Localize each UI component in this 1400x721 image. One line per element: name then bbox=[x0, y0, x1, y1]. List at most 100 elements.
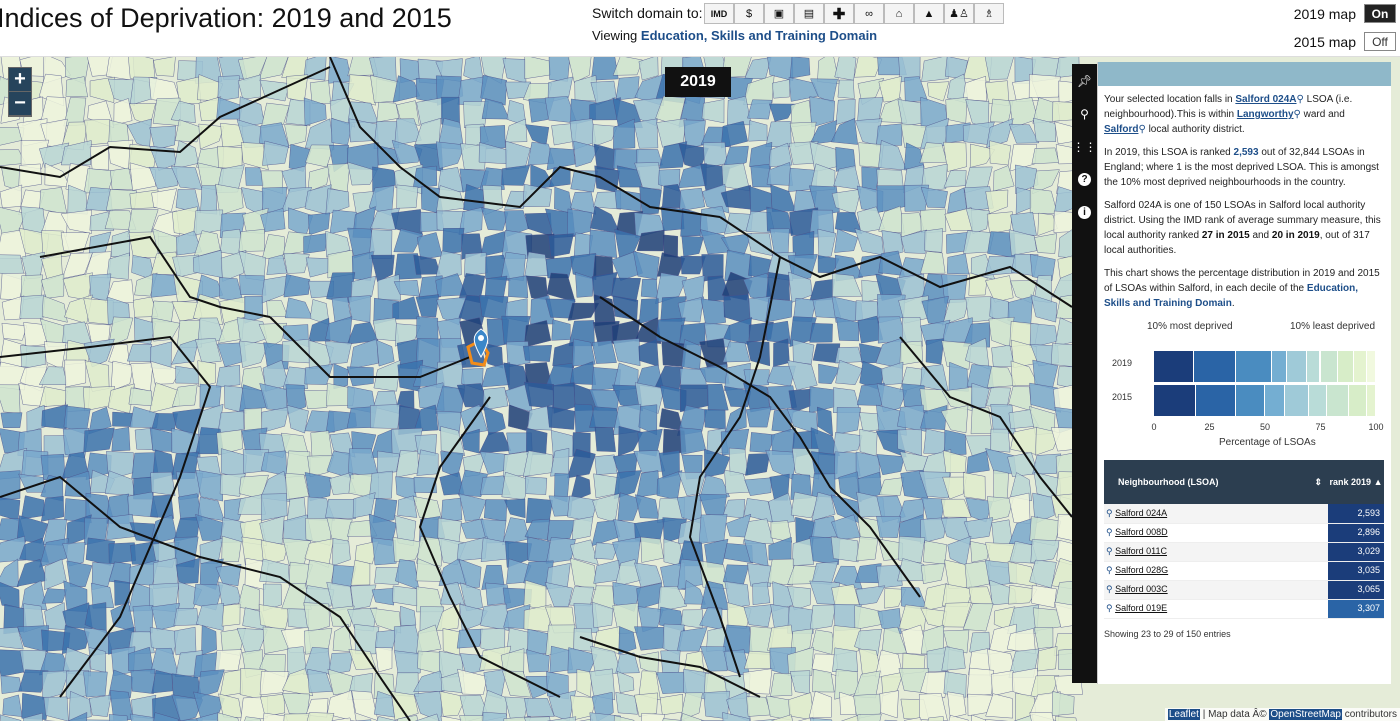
lsoa-polygon[interactable] bbox=[591, 340, 617, 364]
lsoa-polygon[interactable] bbox=[859, 428, 878, 457]
sidebar-tab-info[interactable]: i bbox=[1072, 196, 1097, 229]
lsoa-polygon[interactable] bbox=[985, 387, 1011, 408]
lsoa-polygon[interactable] bbox=[175, 365, 201, 384]
domain-employment-button[interactable]: ▣ bbox=[764, 3, 794, 24]
lsoa-polygon[interactable] bbox=[239, 274, 267, 296]
lsoa-polygon[interactable] bbox=[352, 492, 376, 519]
domain-crime-button[interactable]: ∞ bbox=[854, 3, 884, 24]
lsoa-polygon[interactable] bbox=[44, 341, 67, 370]
lsoa-polygon[interactable] bbox=[150, 471, 176, 496]
lsoa-polygon[interactable] bbox=[1015, 187, 1032, 215]
lsoa-polygon[interactable] bbox=[482, 387, 509, 411]
lsoa-polygon[interactable] bbox=[526, 536, 551, 563]
lsoa-polygon[interactable] bbox=[83, 427, 115, 453]
lsoa-polygon[interactable] bbox=[551, 319, 571, 341]
lsoa-polygon[interactable] bbox=[440, 426, 466, 456]
domain-health-button[interactable]: ✚ bbox=[824, 3, 854, 24]
lsoa-polygon[interactable] bbox=[243, 407, 263, 433]
lsoa-polygon[interactable] bbox=[923, 428, 947, 455]
lsoa-name-link[interactable]: Salford 003C bbox=[1115, 584, 1168, 594]
lsoa-polygon[interactable] bbox=[752, 581, 771, 605]
map-2019-toggle[interactable]: On bbox=[1364, 4, 1396, 23]
lsoa-polygon[interactable] bbox=[372, 537, 397, 566]
lsoa-polygon[interactable] bbox=[641, 713, 665, 721]
lsoa-polygon[interactable] bbox=[876, 123, 903, 147]
map-2015-toggle[interactable]: Off bbox=[1364, 32, 1396, 51]
lsoa-polygon[interactable] bbox=[128, 387, 153, 407]
lsoa-polygon[interactable] bbox=[195, 469, 223, 502]
domain-education-button[interactable]: ▤ bbox=[794, 3, 824, 24]
lsoa-polygon[interactable] bbox=[200, 185, 218, 215]
lsoa-polygon[interactable] bbox=[878, 140, 907, 171]
magnifier-icon[interactable]: ⚲ bbox=[1106, 565, 1115, 575]
lsoa-polygon[interactable] bbox=[772, 78, 791, 99]
lsoa-polygon[interactable] bbox=[633, 251, 660, 280]
lsoa-polygon[interactable] bbox=[524, 716, 553, 721]
lsoa-polygon[interactable] bbox=[0, 184, 23, 209]
osm-link[interactable]: OpenStreetMap bbox=[1269, 709, 1342, 720]
magnifier-icon[interactable]: ⚲ bbox=[1106, 546, 1115, 556]
lsoa-polygon[interactable] bbox=[991, 519, 1013, 546]
lsoa-polygon[interactable] bbox=[40, 496, 64, 522]
lsoa-polygon[interactable] bbox=[985, 189, 1009, 214]
lsoa-polygon[interactable] bbox=[221, 603, 241, 627]
lsoa-name-cell[interactable]: ⚲ Salford 008D bbox=[1104, 523, 1328, 543]
zoom-out-button[interactable]: − bbox=[9, 92, 31, 116]
lsoa-polygon[interactable] bbox=[375, 647, 393, 673]
lsoa-polygon[interactable] bbox=[134, 427, 153, 450]
lsoa-polygon[interactable] bbox=[266, 300, 288, 318]
lsoa-polygon[interactable] bbox=[704, 409, 726, 430]
lsoa-polygon[interactable] bbox=[303, 233, 329, 254]
lsoa-polygon[interactable] bbox=[88, 694, 112, 717]
lsoa-polygon[interactable] bbox=[1055, 716, 1078, 721]
lsoa-polygon[interactable] bbox=[309, 80, 331, 104]
lsoa-polygon[interactable] bbox=[351, 251, 374, 281]
lsoa-polygon[interactable] bbox=[173, 608, 199, 626]
lsoa-polygon[interactable] bbox=[809, 323, 833, 343]
lsoa-polygon[interactable] bbox=[0, 649, 24, 677]
lsoa-polygon[interactable] bbox=[374, 567, 399, 585]
lsoa-polygon[interactable] bbox=[194, 338, 222, 364]
lsoa-polygon[interactable] bbox=[876, 185, 906, 213]
lsoa-polygon[interactable] bbox=[325, 499, 357, 519]
lsoa-polygon[interactable] bbox=[174, 119, 203, 143]
lsoa-polygon[interactable] bbox=[1029, 188, 1058, 214]
lsoa-polygon[interactable] bbox=[64, 359, 87, 388]
lsoa-polygon[interactable] bbox=[924, 228, 943, 253]
lsoa-polygon[interactable] bbox=[853, 670, 881, 699]
lsoa-polygon[interactable] bbox=[876, 454, 905, 476]
lsoa-polygon[interactable] bbox=[635, 494, 660, 519]
lsoa-polygon[interactable] bbox=[656, 671, 687, 694]
lsoa-polygon[interactable] bbox=[656, 470, 683, 501]
lsoa-polygon[interactable] bbox=[698, 514, 728, 544]
lsoa-polygon[interactable] bbox=[835, 359, 863, 385]
domain-housing-button[interactable]: ⌂ bbox=[884, 3, 914, 24]
lsoa-polygon[interactable] bbox=[792, 339, 815, 365]
lsoa-polygon[interactable] bbox=[749, 432, 776, 453]
lsoa-polygon[interactable] bbox=[703, 142, 728, 169]
lsoa-polygon[interactable] bbox=[478, 432, 512, 454]
lsoa-polygon[interactable] bbox=[833, 432, 863, 455]
lsoa-polygon[interactable] bbox=[65, 76, 88, 98]
lsoa-polygon[interactable] bbox=[855, 536, 879, 562]
zoom-in-button[interactable]: + bbox=[9, 68, 31, 92]
lsoa-polygon[interactable] bbox=[198, 123, 224, 150]
lsoa-polygon[interactable] bbox=[0, 558, 19, 588]
lsoa-polygon[interactable] bbox=[612, 57, 643, 76]
lsoa-polygon[interactable] bbox=[639, 186, 662, 215]
lsoa-polygon[interactable] bbox=[876, 516, 902, 538]
lsoa-polygon[interactable] bbox=[195, 603, 224, 631]
lsoa-polygon[interactable] bbox=[525, 124, 550, 146]
lsoa-polygon[interactable] bbox=[613, 118, 636, 150]
lsoa-polygon[interactable] bbox=[39, 386, 68, 408]
lsoa-polygon[interactable] bbox=[966, 667, 994, 698]
lsoa-polygon[interactable] bbox=[41, 295, 68, 323]
lsoa-polygon[interactable] bbox=[634, 692, 658, 717]
lsoa-polygon[interactable] bbox=[634, 626, 666, 651]
lsoa-polygon[interactable] bbox=[332, 623, 353, 652]
lsoa-polygon[interactable] bbox=[830, 536, 859, 563]
lsoa-polygon[interactable] bbox=[640, 536, 664, 563]
domain-children-button[interactable]: ♟♙ bbox=[944, 3, 974, 24]
lsoa-polygon[interactable] bbox=[1028, 74, 1061, 98]
lsoa-polygon[interactable] bbox=[857, 97, 884, 123]
